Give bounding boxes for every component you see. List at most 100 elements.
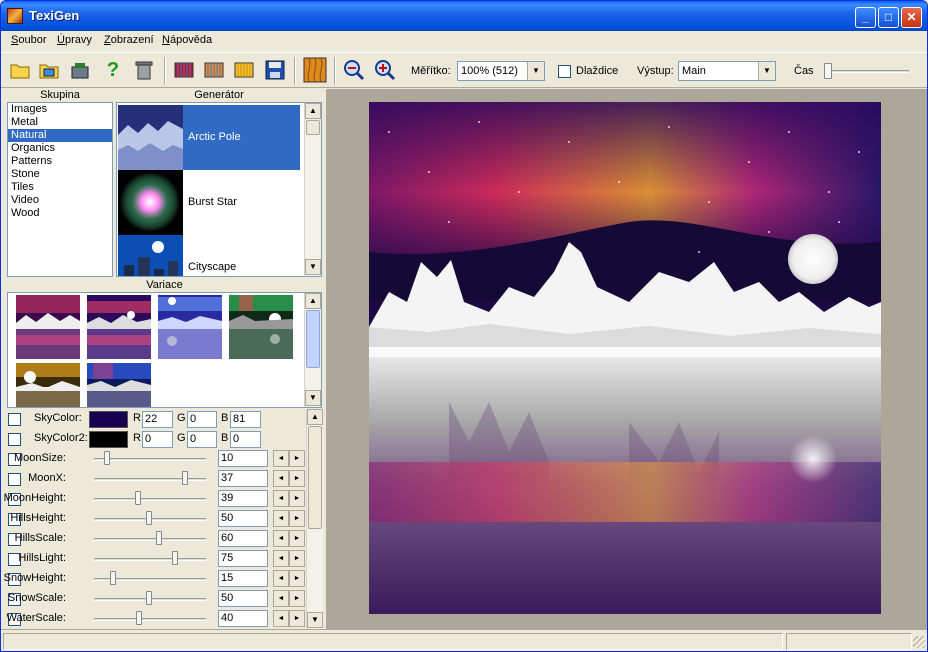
increment-icon[interactable]: ► <box>289 550 305 567</box>
list-item[interactable]: Video <box>8 194 112 207</box>
variation-thumbnail[interactable] <box>16 363 80 407</box>
decrement-icon[interactable]: ◄ <box>273 590 289 607</box>
param-slider-track[interactable] <box>94 498 206 501</box>
param-slider-track[interactable] <box>94 558 206 561</box>
generator-item[interactable]: Cityscape <box>118 235 300 276</box>
minimize-button[interactable]: _ <box>855 7 876 28</box>
param-checkbox[interactable] <box>8 433 21 446</box>
variation-thumbnail[interactable] <box>87 295 151 359</box>
list-item[interactable]: Wood <box>8 207 112 220</box>
resize-grip-icon[interactable] <box>913 636 925 648</box>
texture-yellow-icon[interactable] <box>233 59 255 81</box>
param-value-input[interactable]: 50 <box>218 510 268 527</box>
increment-icon[interactable]: ► <box>289 450 305 467</box>
g-input[interactable]: 0 <box>187 431 217 448</box>
param-value-input[interactable]: 40 <box>218 610 268 627</box>
param-slider-thumb[interactable] <box>146 511 152 525</box>
param-slider-track[interactable] <box>94 458 206 461</box>
generator-scrollbar[interactable]: ▲ ▼ <box>304 103 321 276</box>
texture-red-icon[interactable] <box>173 59 195 81</box>
g-input[interactable]: 0 <box>187 411 217 428</box>
color-swatch[interactable] <box>89 431 128 448</box>
scroll-down-icon[interactable]: ▼ <box>305 259 321 275</box>
r-input[interactable]: 0 <box>142 431 173 448</box>
param-slider-track[interactable] <box>94 538 206 541</box>
param-checkbox[interactable] <box>8 473 21 486</box>
list-item[interactable]: Organics <box>8 142 112 155</box>
group-list[interactable]: Images Metal Natural Organics Patterns S… <box>7 102 113 277</box>
decrement-icon[interactable]: ◄ <box>273 530 289 547</box>
list-item[interactable]: Tiles <box>8 181 112 194</box>
wood-texture-icon[interactable] <box>303 57 327 83</box>
increment-icon[interactable]: ► <box>289 590 305 607</box>
help-icon[interactable]: ? <box>102 59 124 81</box>
generator-item-selected[interactable]: Arctic Pole <box>118 105 300 170</box>
scale-select[interactable]: 100% (512) ▼ <box>457 61 545 81</box>
decrement-icon[interactable]: ◄ <box>273 490 289 507</box>
preview-area[interactable] <box>326 89 927 629</box>
generator-list[interactable]: Arctic Pole Burst Star Cityscape ▲ ▼ <box>116 102 322 277</box>
scroll-thumb[interactable] <box>308 426 322 529</box>
chevron-down-icon[interactable]: ▼ <box>527 62 544 80</box>
generator-item[interactable]: Burst Star <box>118 170 300 235</box>
increment-icon[interactable]: ► <box>289 610 305 627</box>
chevron-down-icon[interactable]: ▼ <box>758 62 775 80</box>
param-value-input[interactable]: 75 <box>218 550 268 567</box>
decrement-icon[interactable]: ◄ <box>273 570 289 587</box>
decrement-icon[interactable]: ◄ <box>273 470 289 487</box>
param-slider-thumb[interactable] <box>156 531 162 545</box>
param-slider-thumb[interactable] <box>136 611 142 625</box>
increment-icon[interactable]: ► <box>289 470 305 487</box>
scroll-up-icon[interactable]: ▲ <box>305 293 321 309</box>
param-value-input[interactable]: 50 <box>218 590 268 607</box>
increment-icon[interactable]: ► <box>289 570 305 587</box>
time-slider-thumb[interactable] <box>824 63 832 79</box>
scroll-thumb[interactable] <box>306 120 320 135</box>
output-select[interactable]: Main ▼ <box>678 61 776 81</box>
scroll-down-icon[interactable]: ▼ <box>305 390 321 406</box>
param-value-input[interactable]: 15 <box>218 570 268 587</box>
decrement-icon[interactable]: ◄ <box>273 610 289 627</box>
zoom-out-icon[interactable] <box>343 59 365 81</box>
parameters-scrollbar[interactable]: ▲ ▼ <box>306 409 323 629</box>
close-button[interactable]: ✕ <box>901 7 922 28</box>
list-item[interactable]: Metal <box>8 116 112 129</box>
variation-thumbnail[interactable] <box>229 295 293 359</box>
b-input[interactable]: 81 <box>230 411 261 428</box>
increment-icon[interactable]: ► <box>289 490 305 507</box>
save-disk-icon[interactable] <box>264 59 286 81</box>
menu-soubor[interactable]: Soubor <box>11 34 46 46</box>
scroll-up-icon[interactable]: ▲ <box>305 103 321 119</box>
list-item-selected[interactable]: Natural <box>8 129 112 142</box>
increment-icon[interactable]: ► <box>289 530 305 547</box>
title-bar[interactable]: TexiGen _ □ ✕ <box>1 1 927 31</box>
trash-icon[interactable] <box>133 59 155 81</box>
variation-thumbnail[interactable] <box>87 363 151 407</box>
variations-scrollbar[interactable]: ▲ ▼ <box>304 293 321 407</box>
list-item[interactable]: Images <box>8 103 112 116</box>
maximize-button[interactable]: □ <box>878 7 899 28</box>
param-slider-thumb[interactable] <box>104 451 110 465</box>
menu-zobrazeni[interactable]: Zobrazení <box>104 34 154 46</box>
list-item[interactable]: Patterns <box>8 155 112 168</box>
texture-orange-icon[interactable] <box>203 59 225 81</box>
r-input[interactable]: 22 <box>142 411 173 428</box>
open-folder-icon[interactable] <box>9 59 31 81</box>
increment-icon[interactable]: ► <box>289 510 305 527</box>
b-input[interactable]: 0 <box>230 431 261 448</box>
save-folder-icon[interactable] <box>69 59 91 81</box>
param-slider-thumb[interactable] <box>135 491 141 505</box>
param-slider-track[interactable] <box>94 618 206 621</box>
decrement-icon[interactable]: ◄ <box>273 510 289 527</box>
param-value-input[interactable]: 37 <box>218 470 268 487</box>
zoom-in-icon[interactable] <box>374 59 396 81</box>
param-value-input[interactable]: 10 <box>218 450 268 467</box>
color-swatch[interactable] <box>89 411 128 428</box>
decrement-icon[interactable]: ◄ <box>273 550 289 567</box>
param-slider-thumb[interactable] <box>110 571 116 585</box>
variation-thumbnail[interactable] <box>16 295 80 359</box>
variation-thumbnail[interactable] <box>158 295 222 359</box>
scroll-up-icon[interactable]: ▲ <box>307 409 323 425</box>
param-slider-thumb[interactable] <box>146 591 152 605</box>
param-slider-thumb[interactable] <box>172 551 178 565</box>
